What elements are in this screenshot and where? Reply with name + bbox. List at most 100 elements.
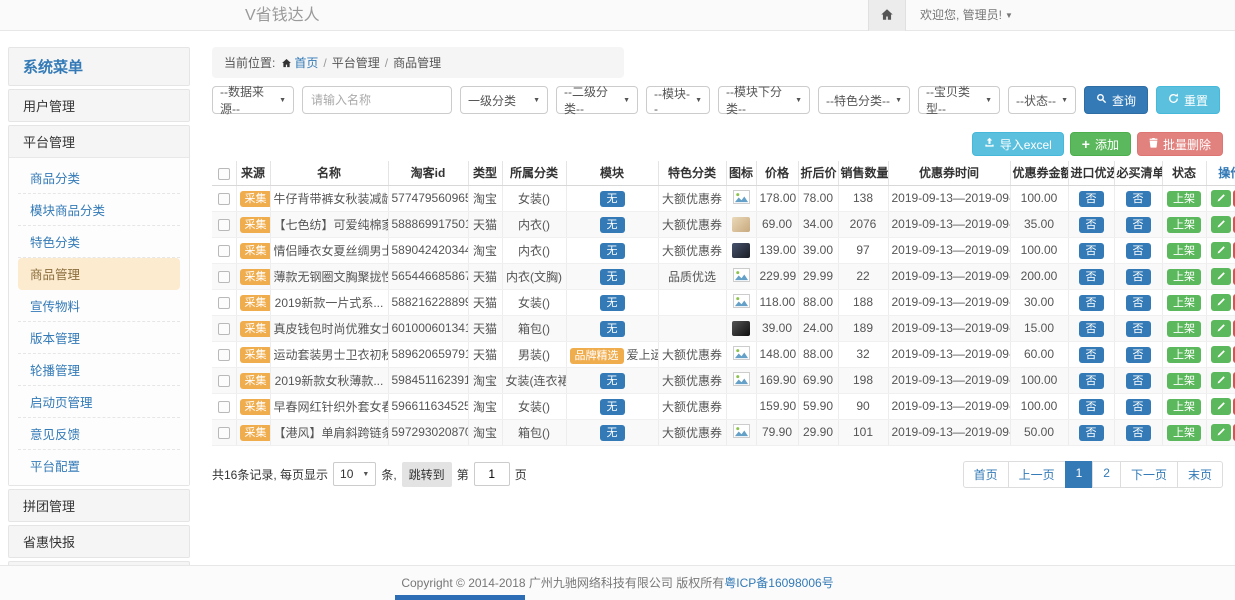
sidebar-subitem-1[interactable]: 模块商品分类	[18, 194, 180, 226]
import-select-toggle[interactable]: 否	[1079, 269, 1104, 285]
must-buy-toggle[interactable]: 否	[1126, 373, 1151, 389]
sidebar-item-platform-management[interactable]: 平台管理	[9, 126, 189, 157]
sidebar-item-user-management[interactable]: 用户管理	[8, 89, 190, 122]
taoke-id: 601000601341	[392, 321, 469, 335]
sidebar-subitem-4[interactable]: 宣传物料	[18, 290, 180, 322]
pager-button-1[interactable]: 上一页	[1008, 461, 1066, 488]
status-button[interactable]: 上架	[1167, 425, 1201, 441]
sidebar-subitem-3[interactable]: 商品管理	[18, 258, 180, 290]
import-select-toggle[interactable]: 否	[1079, 399, 1104, 415]
must-buy-toggle[interactable]: 否	[1126, 425, 1151, 441]
sidebar-item-bottom-0[interactable]: 拼团管理	[8, 489, 190, 522]
sidebar-subitem-2[interactable]: 特色分类	[18, 226, 180, 258]
edit-button[interactable]	[1211, 216, 1231, 233]
filter-select-3[interactable]: --二级分类--▼	[556, 86, 638, 114]
edit-button[interactable]	[1211, 372, 1231, 389]
edit-button[interactable]	[1211, 346, 1231, 363]
edit-button[interactable]	[1211, 268, 1231, 285]
import-select-toggle[interactable]: 否	[1079, 347, 1104, 363]
price: 39.00	[762, 321, 792, 335]
horizontal-scrollbar-thumb[interactable]	[395, 595, 525, 600]
status-button[interactable]: 上架	[1167, 269, 1201, 285]
must-buy-toggle[interactable]: 否	[1126, 243, 1151, 259]
import-select-toggle[interactable]: 否	[1079, 425, 1104, 441]
row-checkbox[interactable]	[218, 349, 230, 361]
status-button[interactable]: 上架	[1167, 243, 1201, 259]
status-button[interactable]: 上架	[1167, 347, 1201, 363]
row-checkbox[interactable]	[218, 375, 230, 387]
edit-button[interactable]	[1211, 242, 1231, 259]
filter-select-8[interactable]: --状态--▼	[1008, 86, 1076, 114]
import-select-toggle[interactable]: 否	[1079, 217, 1104, 233]
filter-select-4[interactable]: --模块--▼	[646, 86, 710, 114]
edit-button[interactable]	[1211, 320, 1231, 337]
row-checkbox[interactable]	[218, 401, 230, 413]
sidebar-subitem-9[interactable]: 平台配置	[18, 450, 180, 481]
import-select-toggle[interactable]: 否	[1079, 191, 1104, 207]
must-buy-toggle[interactable]: 否	[1126, 399, 1151, 415]
status-button[interactable]: 上架	[1167, 321, 1201, 337]
pager-button-0[interactable]: 首页	[963, 461, 1009, 488]
breadcrumb-home-link[interactable]: 首页	[294, 56, 318, 70]
row-checkbox[interactable]	[218, 193, 230, 205]
pager-button-3[interactable]: 2	[1092, 461, 1121, 488]
status-button[interactable]: 上架	[1167, 191, 1201, 207]
pager-button-5[interactable]: 末页	[1177, 461, 1223, 488]
edit-button[interactable]	[1211, 190, 1231, 207]
import-select-toggle[interactable]: 否	[1079, 295, 1104, 311]
per-page-select[interactable]: 10▼	[333, 462, 376, 486]
reset-button[interactable]: 重置	[1156, 86, 1220, 114]
must-buy-toggle[interactable]: 否	[1126, 295, 1151, 311]
import-excel-button[interactable]: 导入excel	[972, 132, 1064, 156]
edit-button[interactable]	[1211, 398, 1231, 415]
must-buy-toggle[interactable]: 否	[1126, 191, 1151, 207]
row-checkbox[interactable]	[218, 297, 230, 309]
status-button[interactable]: 上架	[1167, 373, 1201, 389]
row-checkbox[interactable]	[218, 219, 230, 231]
select-all-checkbox[interactable]	[218, 168, 230, 180]
home-button[interactable]	[868, 0, 906, 31]
jump-button[interactable]: 跳转到	[402, 462, 452, 487]
row-checkbox[interactable]	[218, 245, 230, 257]
must-buy-toggle[interactable]: 否	[1126, 217, 1151, 233]
must-buy-toggle[interactable]: 否	[1126, 347, 1151, 363]
row-checkbox[interactable]	[218, 323, 230, 335]
import-select-toggle[interactable]: 否	[1079, 243, 1104, 259]
pager-button-4[interactable]: 下一页	[1120, 461, 1178, 488]
add-button[interactable]: + 添加	[1070, 132, 1131, 156]
import-select-toggle[interactable]: 否	[1079, 321, 1104, 337]
coupon-amount: 100.00	[1021, 399, 1058, 413]
must-buy-toggle[interactable]: 否	[1126, 269, 1151, 285]
module-none-badge: 无	[600, 321, 625, 337]
row-checkbox[interactable]	[218, 271, 230, 283]
page-number-input[interactable]	[474, 462, 510, 486]
filter-select-0[interactable]: --数据来源--▼	[212, 86, 294, 114]
table-row: 采集【港风】单肩斜跨链条...597293020870淘宝箱包()无大额优惠券7…	[212, 419, 1235, 445]
edit-button[interactable]	[1211, 294, 1231, 311]
filter-select-5[interactable]: --模块下分类--▼	[718, 86, 810, 114]
must-buy-toggle[interactable]: 否	[1126, 321, 1151, 337]
sidebar-subitem-6[interactable]: 轮播管理	[18, 354, 180, 386]
filter-select-6[interactable]: --特色分类--▼	[818, 86, 910, 114]
icp-link[interactable]: 粤ICP备16098006号	[724, 576, 833, 590]
module-none-badge: 无	[600, 295, 625, 311]
status-button[interactable]: 上架	[1167, 399, 1201, 415]
user-menu[interactable]: 欢迎您, 管理员!▼	[920, 0, 1013, 31]
sidebar-subitem-0[interactable]: 商品分类	[18, 162, 180, 194]
filter-select-2[interactable]: 一级分类▼	[460, 86, 548, 114]
pager-button-2[interactable]: 1	[1065, 461, 1094, 488]
status-button[interactable]: 上架	[1167, 295, 1201, 311]
status-button[interactable]: 上架	[1167, 217, 1201, 233]
sidebar-subitem-5[interactable]: 版本管理	[18, 322, 180, 354]
sidebar-subitem-8[interactable]: 意见反馈	[18, 418, 180, 450]
edit-button[interactable]	[1211, 424, 1231, 441]
import-select-toggle[interactable]: 否	[1079, 373, 1104, 389]
product-category: 内衣()	[518, 244, 550, 258]
search-button[interactable]: 查询	[1084, 86, 1148, 114]
filter-select-7[interactable]: --宝贝类型--▼	[918, 86, 1000, 114]
sidebar-subitem-7[interactable]: 启动页管理	[18, 386, 180, 418]
row-checkbox[interactable]	[218, 427, 230, 439]
sidebar-item-bottom-1[interactable]: 省惠快报	[8, 525, 190, 558]
name-search-input[interactable]	[302, 86, 452, 114]
batch-delete-button[interactable]: 批量删除	[1137, 132, 1223, 156]
